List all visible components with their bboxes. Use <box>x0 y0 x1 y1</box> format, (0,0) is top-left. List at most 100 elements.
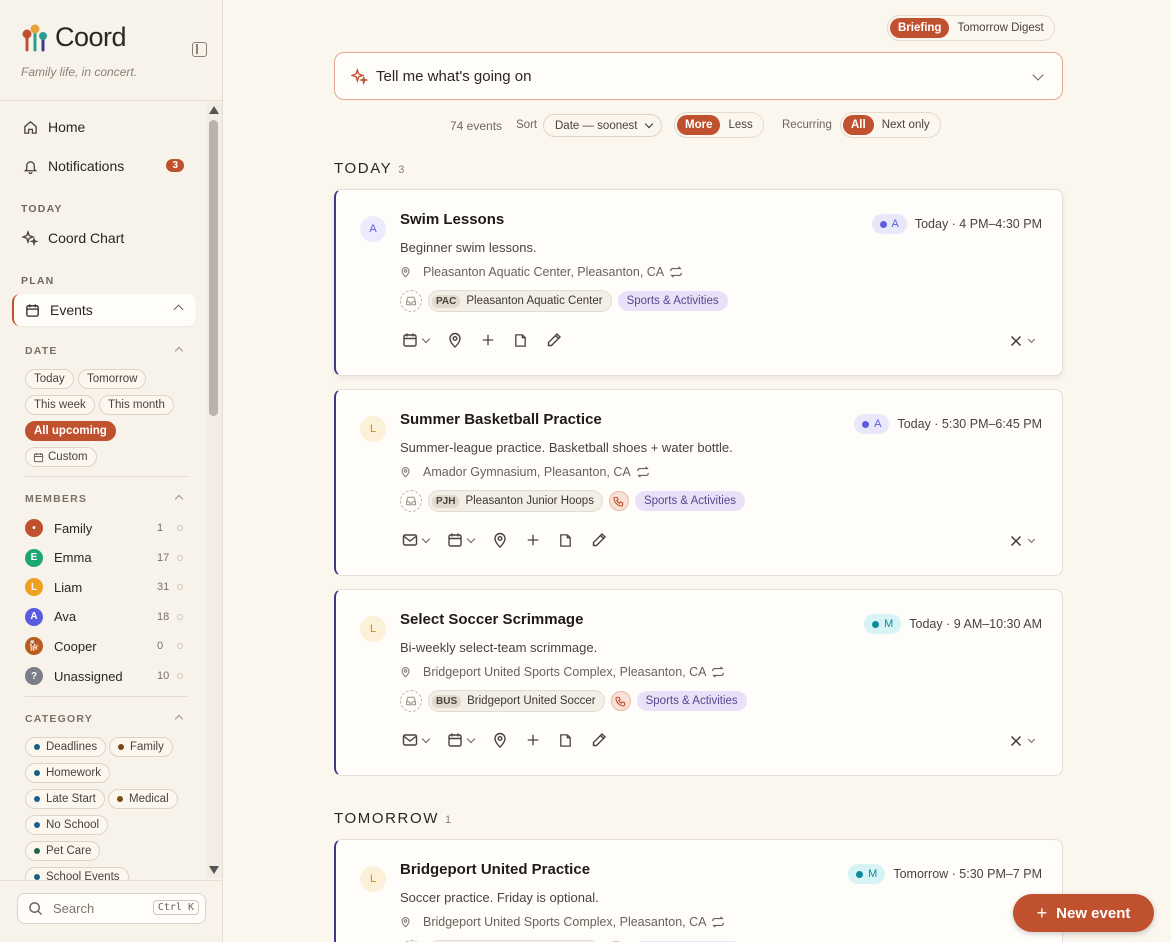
organization-chip[interactable]: PJH Pleasanton Junior Hoops <box>428 490 603 512</box>
add-action[interactable] <box>481 333 495 347</box>
add-action[interactable] <box>526 533 540 547</box>
organization-abbr: BUS <box>432 694 462 708</box>
member-dot <box>872 620 880 628</box>
event-time: Tomorrow · 5:30 PM–7 PM <box>893 867 1042 881</box>
edit-action[interactable] <box>546 332 562 348</box>
event-title[interactable]: Swim Lessons <box>400 211 504 228</box>
recurring-option-all[interactable]: All <box>843 115 874 135</box>
category-dot <box>34 848 40 854</box>
view-toggle: Briefing Tomorrow Digest <box>887 15 1055 41</box>
event-card[interactable]: A Swim Lessons A Today · 4 PM–4:30 PM Beginn… <box>334 189 1063 376</box>
repeat-icon <box>636 466 656 478</box>
category-chip-pet-care[interactable]: Pet Care <box>25 841 101 861</box>
email-action[interactable] <box>402 532 431 548</box>
dismiss-button[interactable] <box>1010 735 1036 747</box>
phone-icon[interactable] <box>610 691 631 711</box>
group-count: 1 <box>445 814 452 826</box>
map-pin-action[interactable] <box>492 532 508 548</box>
note-icon <box>558 733 573 748</box>
event-location[interactable]: Bridgeport United Sports Complex, Pleasa… <box>400 915 731 929</box>
pencil-icon <box>591 732 607 748</box>
add-action[interactable] <box>526 733 540 747</box>
event-card[interactable]: L Select Soccer Scrimmage M Today · 9 AM–10… <box>334 589 1063 776</box>
event-title[interactable]: Bridgeport United Practice <box>400 861 590 878</box>
scroll-down-arrow-icon[interactable] <box>209 866 219 874</box>
location-text: Bridgeport United Sports Complex, Pleasa… <box>423 915 707 929</box>
organization-abbr: PAC <box>432 294 461 308</box>
category-chip-homework[interactable]: Homework <box>25 763 110 783</box>
note-action[interactable] <box>513 333 528 348</box>
inbox-icon[interactable] <box>400 490 422 512</box>
sidebar-search[interactable]: Search Ctrl K <box>17 893 206 924</box>
sparkle-icon <box>351 67 368 85</box>
event-when: A Today · 5:30 PM–6:45 PM <box>854 414 1042 434</box>
category-chip-no-school[interactable]: No School <box>25 815 109 835</box>
search-placeholder: Search <box>53 901 95 916</box>
chevron-down-icon[interactable] <box>1032 69 1044 81</box>
recurring-option-next-only[interactable]: Next only <box>874 115 938 135</box>
event-location[interactable]: Amador Gymnasium, Pleasanton, CA <box>400 465 656 479</box>
member-badge: M <box>864 614 902 634</box>
member-dot <box>879 220 887 228</box>
dismiss-button[interactable] <box>1010 535 1036 547</box>
calendar-action[interactable] <box>447 732 476 748</box>
event-location[interactable]: Bridgeport United Sports Complex, Pleasa… <box>400 665 731 679</box>
density-option-less[interactable]: Less <box>720 115 760 135</box>
sidebar-scrollbar[interactable] <box>206 102 222 878</box>
repeat-icon <box>711 916 731 928</box>
category-chip-late-start[interactable]: Late Start <box>25 789 105 809</box>
assistant-prompt-text: Tell me what's going on <box>376 67 532 85</box>
event-card[interactable]: L Summer Basketball Practice A Today · 5:30… <box>334 389 1063 576</box>
sort-select[interactable]: Date — soonest <box>543 114 662 137</box>
event-description: Summer-league practice. Basketball shoes… <box>400 440 733 455</box>
scroll-up-arrow-icon[interactable] <box>209 106 219 114</box>
sidebar: Coord Family life, in concert. Home Noti… <box>0 0 223 942</box>
event-location[interactable]: Pleasanton Aquatic Center, Pleasanton, C… <box>400 265 689 279</box>
chip-label: School Events <box>46 871 120 880</box>
sort-label: Sort <box>516 119 538 131</box>
edit-action[interactable] <box>591 732 607 748</box>
edit-action[interactable] <box>591 532 607 548</box>
event-description: Soccer practice. Friday is optional. <box>400 890 599 905</box>
scrollbar-thumb[interactable] <box>209 120 218 416</box>
category-chip[interactable]: Sports & Activities <box>617 291 728 311</box>
note-action[interactable] <box>558 533 573 548</box>
category-chip-family[interactable]: Family <box>109 737 173 757</box>
map-pin-action[interactable] <box>447 332 463 348</box>
recurring-toggle: All Next only <box>840 112 941 138</box>
map-pin-action[interactable] <box>492 732 508 748</box>
assistant-prompt-bar[interactable]: Tell me what's going on <box>334 52 1063 100</box>
category-dot <box>34 822 40 828</box>
chip-label: Homework <box>46 767 101 779</box>
category-chip-deadlines[interactable]: Deadlines <box>25 737 107 757</box>
view-option-tomorrow-digest[interactable]: Tomorrow Digest <box>949 18 1051 38</box>
chevron-down-icon <box>644 119 654 129</box>
density-toggle: More Less <box>674 112 764 138</box>
organization-chip[interactable]: PAC Pleasanton Aquatic Center <box>428 290 612 312</box>
category-chip-medical[interactable]: Medical <box>108 789 178 809</box>
category-chip-school-events[interactable]: School Events <box>25 867 129 880</box>
inbox-icon[interactable] <box>400 690 422 712</box>
phone-icon[interactable] <box>608 491 629 511</box>
new-event-button[interactable]: + New event <box>1013 894 1154 932</box>
location-text: Bridgeport United Sports Complex, Pleasa… <box>423 665 707 679</box>
calendar-action[interactable] <box>447 532 476 548</box>
close-icon <box>1010 335 1022 347</box>
event-time: Today · 5:30 PM–6:45 PM <box>897 417 1042 431</box>
inbox-icon[interactable] <box>400 290 422 312</box>
event-card[interactable]: L Bridgeport United Practice M Tomorrow · 5… <box>334 839 1063 942</box>
category-chip[interactable]: Sports & Activities <box>636 691 747 711</box>
note-action[interactable] <box>558 733 573 748</box>
event-title[interactable]: Summer Basketball Practice <box>400 411 602 428</box>
chevron-down-icon <box>421 334 431 343</box>
view-option-briefing[interactable]: Briefing <box>890 18 950 38</box>
event-when: A Today · 4 PM–4:30 PM <box>871 214 1042 234</box>
organization-chip[interactable]: BUS Bridgeport United Soccer <box>428 690 605 712</box>
category-chip[interactable]: Sports & Activities <box>634 491 745 511</box>
dismiss-button[interactable] <box>1010 335 1036 347</box>
event-title[interactable]: Select Soccer Scrimmage <box>400 611 583 628</box>
calendar-action[interactable] <box>402 332 431 348</box>
email-action[interactable] <box>402 732 431 748</box>
chip-label: No School <box>46 819 100 831</box>
density-option-more[interactable]: More <box>677 115 721 135</box>
